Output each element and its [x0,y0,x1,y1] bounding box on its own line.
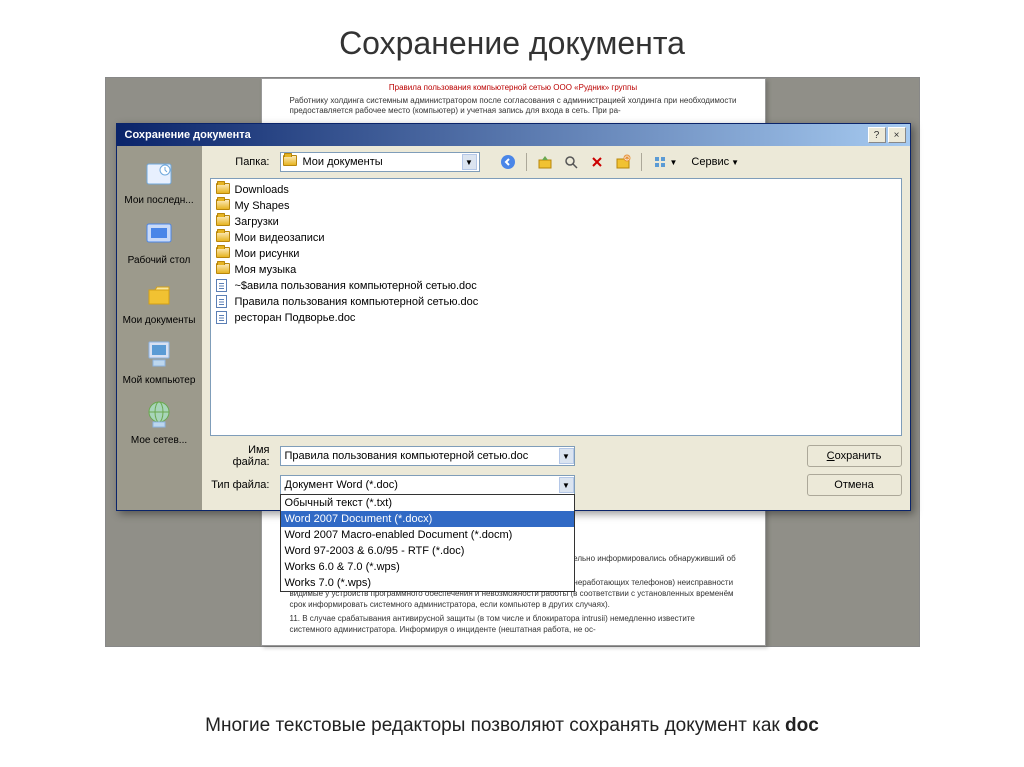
chevron-down-icon[interactable]: ▼ [559,448,574,464]
file-item[interactable]: Загрузки [214,214,898,230]
place-icon [141,396,177,432]
chevron-down-icon[interactable]: ▼ [462,154,477,170]
svg-text:✱: ✱ [624,155,629,162]
file-name: Загрузки [235,216,279,228]
place-label: Рабочий стол [120,255,198,266]
save-button[interactable]: Сохранить [807,445,902,467]
place-label: Мой компьютер [120,375,198,386]
filetype-option[interactable]: Обычный текст (*.txt) [281,495,574,511]
filetype-option[interactable]: Word 2007 Document (*.docx) [281,511,574,527]
file-name: My Shapes [235,200,290,212]
place-item[interactable]: Рабочий стол [120,212,198,270]
file-item[interactable]: ресторан Подворье.doc [214,310,898,326]
place-icon [141,156,177,192]
place-icon [141,276,177,312]
file-item[interactable]: My Shapes [214,198,898,214]
filename-label: Имя файла: [210,444,270,468]
folder-toolbar: ✱ ▼ Сервис ▼ [498,152,744,172]
file-item[interactable]: Правила пользования компьютерной сетью.d… [214,294,898,310]
back-icon[interactable] [498,152,518,172]
filetype-value: Документ Word (*.doc) [281,479,559,491]
screenshot-area: Правила пользования компьютерной сетью О… [105,77,920,647]
folder-icon [216,199,232,213]
slide-title: Сохранение документа [0,0,1024,77]
filetype-label: Тип файла: [210,479,270,491]
file-item[interactable]: Downloads [214,182,898,198]
search-icon[interactable] [561,152,581,172]
folder-icon [216,263,232,277]
folder-icon [216,215,232,229]
place-label: Мои последн... [120,195,198,206]
service-dropdown[interactable]: Сервис ▼ [687,154,743,170]
folder-combo[interactable]: Мои документы ▼ [280,152,480,172]
document-icon [216,279,232,293]
dialog-title: Сохранение документа [121,129,868,141]
filetype-option[interactable]: Works 7.0 (*.wps) [281,575,574,591]
folder-label: Папка: [210,156,270,168]
place-item[interactable]: Мои документы [120,272,198,330]
delete-icon[interactable] [587,152,607,172]
file-name: Мои видеозаписи [235,232,325,244]
file-item[interactable]: Мои видеозаписи [214,230,898,246]
place-item[interactable]: Мое сетев... [120,392,198,450]
file-name: ресторан Подворье.doc [235,312,356,324]
filename-value: Правила пользования компьютерной сетью.d… [281,450,559,462]
file-list[interactable]: Downloads My Shapes Загрузки Мои видеозапис… [210,178,902,436]
place-label: Мои документы [120,315,198,326]
chevron-down-icon[interactable]: ▼ [559,477,574,493]
document-icon [216,311,232,325]
file-item[interactable]: Мои рисунки [214,246,898,262]
place-label: Мое сетев... [120,435,198,446]
doc-red-title: Правила пользования компьютерной сетью О… [262,79,765,96]
up-icon[interactable] [535,152,555,172]
file-name: Мои рисунки [235,248,300,260]
views-dropdown[interactable]: ▼ [650,153,682,171]
dialog-main: Папка: Мои документы ▼ ✱ [202,146,910,510]
close-button[interactable]: × [888,127,906,143]
cancel-button[interactable]: Отмена [807,474,902,496]
folder-icon [216,247,232,261]
filename-combo[interactable]: Правила пользования компьютерной сетью.d… [280,446,575,466]
slide-caption: Многие текстовые редакторы позволяют сох… [0,715,1024,737]
file-item[interactable]: ~$авила пользования компьютерной сетью.d… [214,278,898,294]
folder-value: Мои документы [303,156,462,168]
filetype-option[interactable]: Works 6.0 & 7.0 (*.wps) [281,559,574,575]
file-name: Моя музыка [235,264,297,276]
views-icon [654,155,668,169]
filetype-option[interactable]: Word 97-2003 & 6.0/95 - RTF (*.doc) [281,543,574,559]
place-icon [141,216,177,252]
filetype-option[interactable]: Word 2007 Macro-enabled Document (*.docm… [281,527,574,543]
filetype-dropdown-list[interactable]: Обычный текст (*.txt)Word 2007 Document … [280,494,575,592]
places-bar: Мои последн... Рабочий стол Мои документы М… [117,146,202,510]
place-item[interactable]: Мои последн... [120,152,198,210]
document-icon [216,295,232,309]
dialog-titlebar[interactable]: Сохранение документа ? × [117,124,910,146]
file-name: Downloads [235,184,289,196]
folder-icon [216,231,232,245]
help-button[interactable]: ? [868,127,886,143]
file-name: Правила пользования компьютерной сетью.d… [235,296,479,308]
file-item[interactable]: Моя музыка [214,262,898,278]
save-dialog: Сохранение документа ? × Мои последн... Р… [116,123,911,511]
folder-icon [216,183,232,197]
doc-list-item: 11. В случае срабатывания антивирусной з… [290,613,737,635]
place-item[interactable]: Мой компьютер [120,332,198,390]
doc-paragraph: Работнику холдинга системным администрат… [262,96,765,117]
file-name: ~$авила пользования компьютерной сетью.d… [235,280,477,292]
filetype-combo[interactable]: Документ Word (*.doc) ▼ [280,475,575,495]
new-folder-icon[interactable]: ✱ [613,152,633,172]
place-icon [141,336,177,372]
folder-icon [283,155,299,169]
